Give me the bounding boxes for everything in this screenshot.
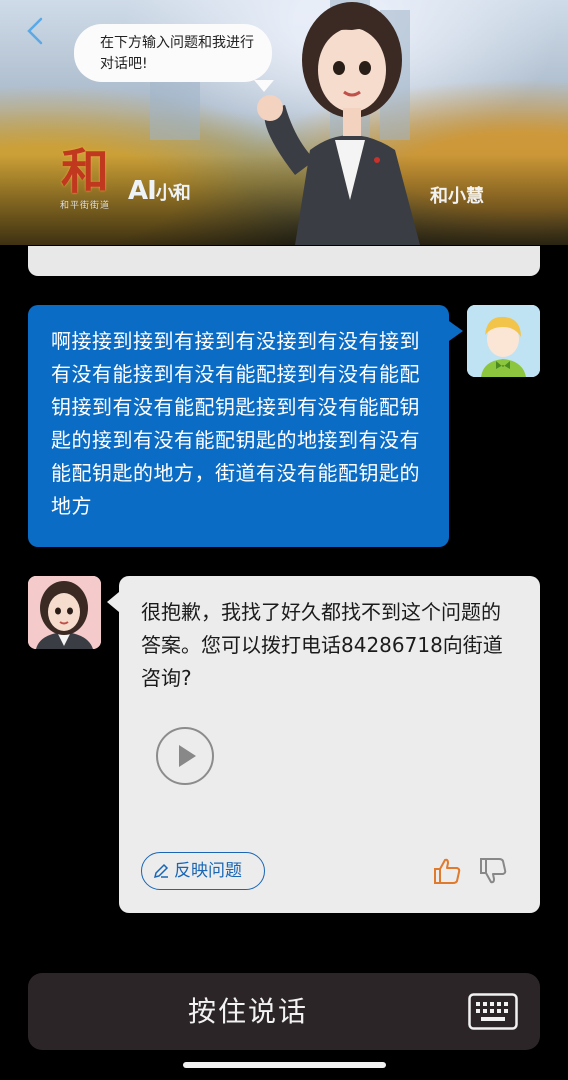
greeting-text: 在下方输入问题和我进行对话吧! (100, 35, 254, 72)
report-issue-label: 反映问题 (174, 860, 242, 881)
edit-pencil-icon (153, 863, 169, 879)
user-message-bubble: 啊接接到接到有接到有没接到有没有接到有没有能接到有没有能配接到有没有能配钥接到有… (28, 305, 463, 547)
bot-message-text: 很抱歉，我找了好久都找不到这个问题的答案。您可以拨打电话84286718向街道咨… (141, 600, 503, 690)
assistant-figure (257, 2, 420, 245)
play-audio-button[interactable] (156, 727, 214, 785)
keyboard-icon[interactable] (468, 993, 518, 1030)
district-logo-subtitle: 和平街街道 (59, 201, 110, 211)
report-issue-button[interactable]: 反映问题 (141, 852, 265, 890)
hold-to-talk-bar[interactable]: 按住说话 (28, 973, 540, 1050)
play-icon (179, 745, 196, 767)
header-banner: 在下方输入问题和我进行对话吧! 和 和平街街道 AI小和 和小慧 (0, 0, 568, 245)
ai-logo-main: AI (128, 176, 157, 206)
home-indicator (183, 1062, 386, 1068)
ai-logo-small: 小和 (155, 183, 191, 204)
district-logo: 和 和平街街道 (50, 146, 120, 220)
hold-to-talk-label[interactable]: 按住说话 (28, 973, 468, 1050)
thumb-up-icon[interactable] (432, 856, 462, 886)
bot-avatar (28, 576, 101, 649)
greeting-speech-bubble: 在下方输入问题和我进行对话吧! (74, 24, 274, 92)
bot-message-bubble: 很抱歉，我找了好久都找不到这个问题的答案。您可以拨打电话84286718向街道咨… (107, 576, 540, 913)
thumb-down-icon[interactable] (478, 856, 508, 886)
user-avatar (467, 305, 540, 377)
ai-logo: AI小和 (128, 176, 191, 206)
previous-message-card (28, 246, 540, 276)
district-logo-glyph: 和 (60, 144, 109, 200)
assistant-name: 和小慧 (430, 186, 484, 207)
back-chevron-icon[interactable] (22, 16, 52, 46)
user-message-text: 啊接接到接到有接到有没接到有没有接到有没有能接到有没有能配接到有没有能配钥接到有… (51, 329, 420, 518)
